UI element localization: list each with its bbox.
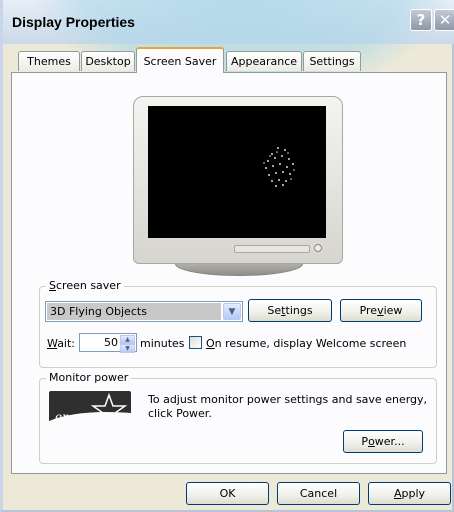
minutes-label: minutes [140, 337, 185, 350]
screen-saver-group-label: Screen saver [46, 279, 124, 292]
ok-button[interactable]: OK [186, 482, 269, 505]
tab-themes[interactable]: Themes [18, 51, 80, 71]
spin-down-icon[interactable]: ▼ [120, 344, 135, 353]
preview-button[interactable]: Pre v iew [340, 299, 422, 322]
screen-saver-select[interactable]: 3D Flying Objects ▼ [45, 301, 243, 322]
screen-saver-selected-value: 3D Flying Objects [47, 303, 221, 320]
settings-button[interactable]: Se t tings [248, 299, 332, 322]
tab-appearance[interactable]: Appearance [226, 51, 302, 71]
wait-value: 50 [104, 336, 118, 349]
chevron-down-icon[interactable]: ▼ [223, 303, 241, 320]
tab-screen-saver[interactable]: Screen Saver [136, 47, 224, 73]
wait-minutes-stepper[interactable]: 50 ▲ ▼ [79, 333, 137, 353]
help-button[interactable]: ? [410, 9, 432, 31]
spin-buttons[interactable]: ▲ ▼ [120, 335, 135, 353]
wait-label: Wait: [47, 337, 76, 350]
energy-logo-text: energy [55, 410, 97, 424]
resume-checkbox[interactable] [189, 336, 202, 349]
title-bar[interactable]: Display Properties ? ✕ [3, 0, 454, 100]
spin-up-icon[interactable]: ▲ [120, 335, 135, 344]
monitor-power-description: To adjust monitor power settings and sav… [148, 393, 428, 420]
window-title: Display Properties [12, 14, 135, 30]
power-button[interactable]: Po wer... [343, 430, 423, 453]
resume-label[interactable]: On resume, display Welcome screen [206, 337, 406, 350]
power-led [314, 244, 322, 252]
monitor-power-group-label: Monitor power [46, 371, 132, 384]
cancel-button[interactable]: Cancel [277, 482, 360, 505]
flying-objects-preview [263, 147, 295, 187]
apply-button[interactable]: Apply [368, 482, 451, 505]
display-properties-window: Display Properties ? ✕ Themes Desktop Sc… [0, 0, 454, 512]
close-button[interactable]: ✕ [434, 9, 454, 31]
preview-screen [148, 106, 326, 238]
tab-desktop[interactable]: Desktop [81, 51, 135, 71]
monitor-slot [234, 245, 310, 253]
tab-settings[interactable]: Settings [303, 51, 361, 71]
monitor-preview [133, 96, 343, 264]
energy-star-logo: energy [49, 391, 131, 433]
